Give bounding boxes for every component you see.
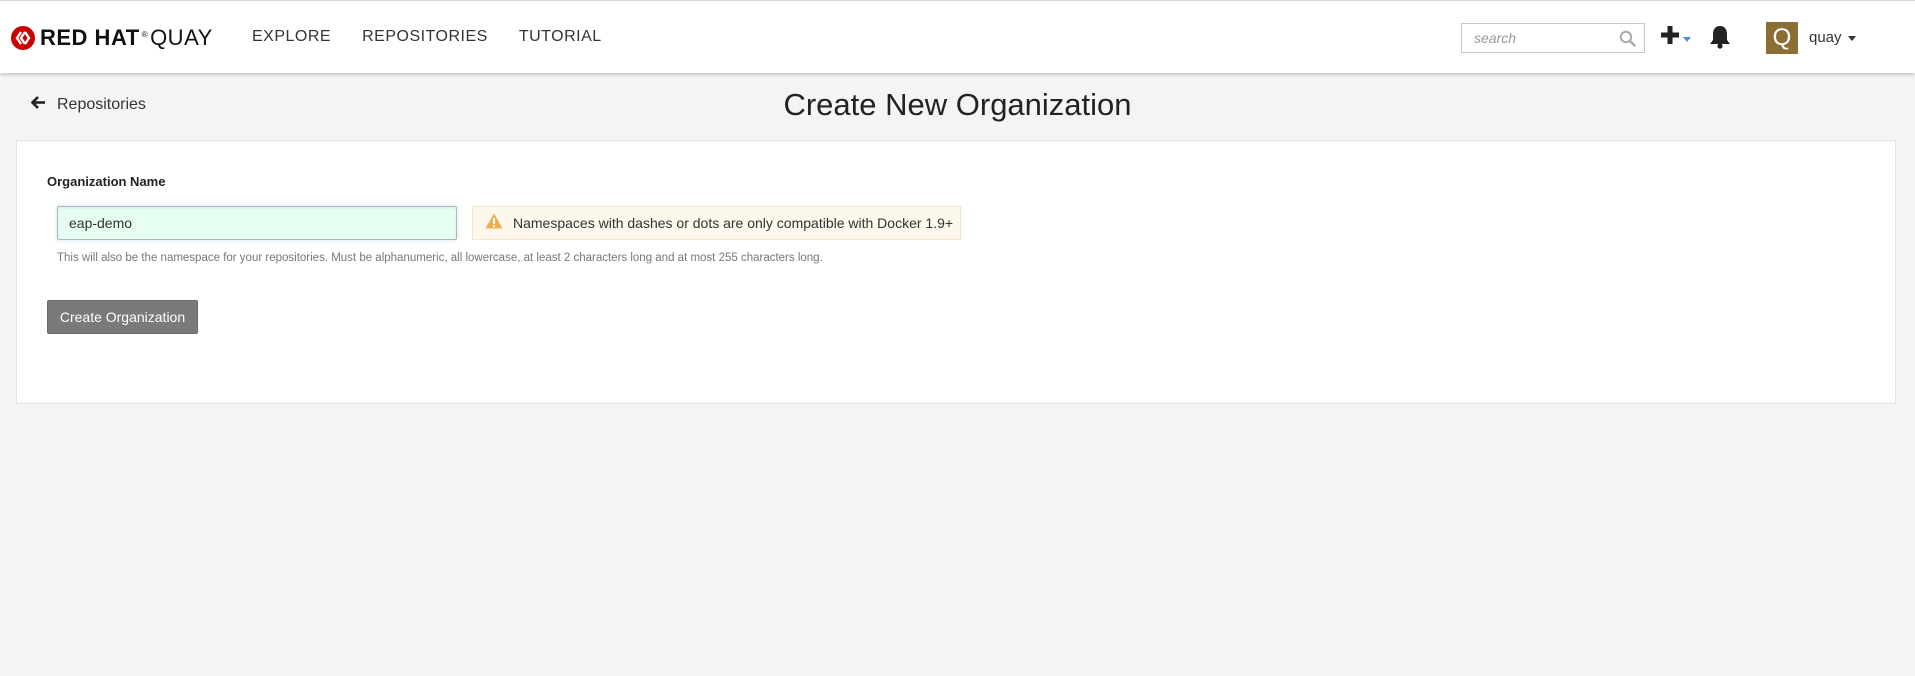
brand-name: RED HAT ®QUAY [40,25,213,51]
create-organization-button[interactable]: Create Organization [47,300,198,334]
org-name-help-text: This will also be the namespace for your… [57,252,823,264]
org-name-input[interactable] [57,206,457,240]
avatar[interactable]: Q [1766,22,1798,54]
create-org-panel: Organization Name Namespaces with dashes… [16,140,1896,404]
nav-tutorial[interactable]: TUTORIAL [519,28,602,46]
namespace-warning: Namespaces with dashes or dots are only … [472,206,962,240]
search-input[interactable] [1462,24,1612,52]
search-icon[interactable] [1619,30,1636,52]
top-navbar: RED HAT ®QUAY EXPLORE REPOSITORIES TUTORI… [0,0,1915,73]
org-name-label: Organization Name [47,174,166,189]
warning-icon [485,213,503,234]
search-box [1461,23,1645,53]
plus-icon [1661,26,1679,49]
redhat-logo-icon [11,26,35,50]
brand-logo-link[interactable]: RED HAT ®QUAY [11,25,213,51]
warning-text: Namespaces with dashes or dots are only … [513,215,954,231]
caret-down-icon [1847,28,1856,46]
caret-down-icon [1683,29,1691,47]
page-title: Create New Organization [783,87,1132,122]
nav-repositories[interactable]: REPOSITORIES [362,28,488,46]
bell-icon[interactable] [1709,25,1731,54]
user-name: quay [1809,28,1842,46]
user-menu[interactable]: quay [1809,28,1856,46]
brand-name-bold: RED HAT [40,25,140,50]
main-nav: EXPLORE REPOSITORIES TUTORIAL [252,28,633,46]
brand-registered-mark: ® [141,29,149,39]
create-new-menu[interactable] [1661,26,1691,49]
brand-name-product: QUAY [150,25,213,50]
nav-explore[interactable]: EXPLORE [252,28,331,46]
